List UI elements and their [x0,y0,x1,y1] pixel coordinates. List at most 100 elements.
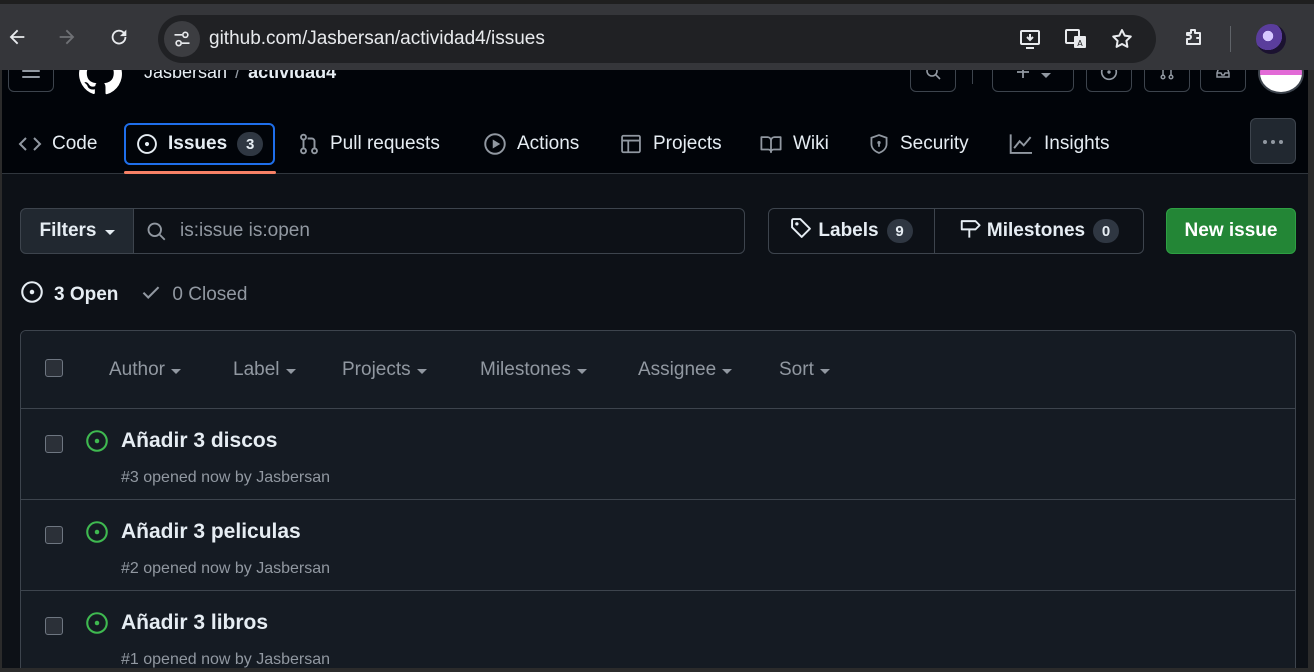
table-row[interactable]: Añadir 3 peliculas #2 opened now by Jasb… [21,500,1295,591]
back-icon[interactable] [2,22,32,52]
issue-checkbox[interactable] [45,526,63,544]
labels-count-badge: 9 [886,219,913,243]
breadcrumb: Jasbersan / actividad4 [144,70,336,83]
filter-label: Milestones [480,359,571,380]
tab-label: Code [52,133,98,154]
search-button[interactable] [910,70,956,92]
tab-label: Projects [653,133,722,154]
check-icon [140,281,162,309]
translate-icon[interactable]: A [1064,27,1088,51]
label-filter[interactable]: Label [233,359,296,381]
install-app-icon[interactable] [1018,27,1042,51]
table-row[interactable]: Añadir 3 libros #1 opened now by Jasbers… [21,591,1295,668]
repo-header: Jasbersan / actividad4 Code Issues 3 Pul… [2,70,1308,174]
issue-title-link[interactable]: Añadir 3 discos [121,429,277,453]
forward-icon[interactable] [52,22,82,52]
chevron-down-icon [819,369,830,374]
milestones-label: Milestones [986,220,1086,241]
labels-milestones-group: Labels 9 Milestones 0 [768,208,1144,254]
repo-nav: Code Issues 3 Pull requests Actions Proj… [2,114,1308,174]
assignee-filter[interactable]: Assignee [638,359,733,381]
inbox-icon [1215,70,1231,85]
reload-icon[interactable] [104,22,134,52]
profile-avatar[interactable] [1256,24,1286,54]
search-field[interactable] [133,208,745,254]
issue-opened-icon [20,280,44,310]
sort-filter[interactable]: Sort [779,359,830,381]
open-count-label: 3 Open [54,284,119,305]
your-issues-button[interactable] [1086,70,1132,92]
tab-security[interactable]: Security [868,114,969,174]
filter-label: Label [233,359,280,380]
filter-label: Author [109,359,165,380]
issue-title-link[interactable]: Añadir 3 peliculas [121,520,301,544]
milestones-button[interactable]: Milestones 0 [935,209,1143,253]
svg-text:A: A [1077,39,1083,48]
issue-title-link[interactable]: Añadir 3 libros [121,611,268,635]
author-filter[interactable]: Author [109,359,181,381]
issue-opened-icon [136,133,158,155]
issue-opened-icon [1100,70,1118,86]
closed-count-label: 0 Closed [172,284,248,305]
search-icon [146,221,166,246]
chevron-down-icon [170,369,181,374]
graph-icon [1008,133,1034,155]
table-icon [619,133,643,155]
issue-meta: #2 opened now by Jasbersan [121,560,331,577]
milestones-filter[interactable]: Milestones [480,359,587,381]
labels-button[interactable]: Labels 9 [769,209,935,253]
create-new-button[interactable] [992,70,1074,92]
chevron-down-icon [104,230,115,235]
repo-name-link[interactable]: actividad4 [248,70,336,82]
repo-owner-link[interactable]: Jasbersan [144,70,227,82]
git-pull-request-icon [1159,70,1175,85]
chevron-down-icon [722,369,733,374]
breadcrumb-separator: / [235,70,241,82]
play-icon [483,132,507,156]
bookmark-star-icon[interactable] [1110,27,1134,51]
tab-insights[interactable]: Insights [1008,114,1109,174]
inbox-button[interactable] [1200,70,1246,92]
tab-code[interactable]: Code [18,114,97,174]
closed-issues-link[interactable]: 0 Closed [140,281,247,309]
projects-filter[interactable]: Projects [342,359,427,381]
git-pull-request-icon [298,133,320,155]
more-tabs-button[interactable] [1250,118,1296,164]
tab-label: Security [900,133,969,154]
tab-issues[interactable]: Issues 3 [124,114,276,174]
issue-opened-icon [85,520,109,549]
issue-opened-icon [85,429,109,458]
select-all-checkbox[interactable] [45,359,63,377]
issue-checkbox[interactable] [45,435,63,453]
open-issues-link[interactable]: 3 Open [20,280,118,310]
site-info-icon[interactable] [164,21,200,57]
new-issue-button[interactable]: New issue [1166,208,1296,254]
chevron-down-icon [1041,73,1051,78]
issue-meta: #1 opened now by Jasbersan [121,651,331,668]
hamburger-icon [22,70,40,85]
toolbar-divider [1230,26,1231,52]
filters-button[interactable]: Filters [20,208,134,254]
milestone-icon [959,217,981,245]
github-logo-icon[interactable] [78,70,122,95]
user-avatar[interactable] [1258,70,1304,94]
search-input[interactable] [180,217,730,245]
browser-toolbar: github.com/Jasbersan/actividad4/issues A [0,0,1314,70]
filter-label: Projects [342,359,411,380]
chevron-down-icon [285,369,296,374]
table-row[interactable]: Añadir 3 discos #3 opened now by Jasbers… [21,409,1295,500]
tab-actions[interactable]: Actions [483,114,579,174]
tab-label: Pull requests [330,133,440,154]
url-text[interactable]: github.com/Jasbersan/actividad4/issues [209,28,545,50]
extensions-icon[interactable] [1180,24,1208,52]
tab-wiki[interactable]: Wiki [759,114,829,174]
address-bar[interactable]: github.com/Jasbersan/actividad4/issues A [158,15,1156,63]
book-icon [759,133,783,155]
tab-projects[interactable]: Projects [619,114,722,174]
code-icon [18,135,42,153]
tab-pull-requests[interactable]: Pull requests [298,114,440,174]
milestones-count-badge: 0 [1093,219,1120,243]
issue-checkbox[interactable] [45,617,63,635]
menu-button[interactable] [8,70,54,92]
your-pull-requests-button[interactable] [1144,70,1190,92]
